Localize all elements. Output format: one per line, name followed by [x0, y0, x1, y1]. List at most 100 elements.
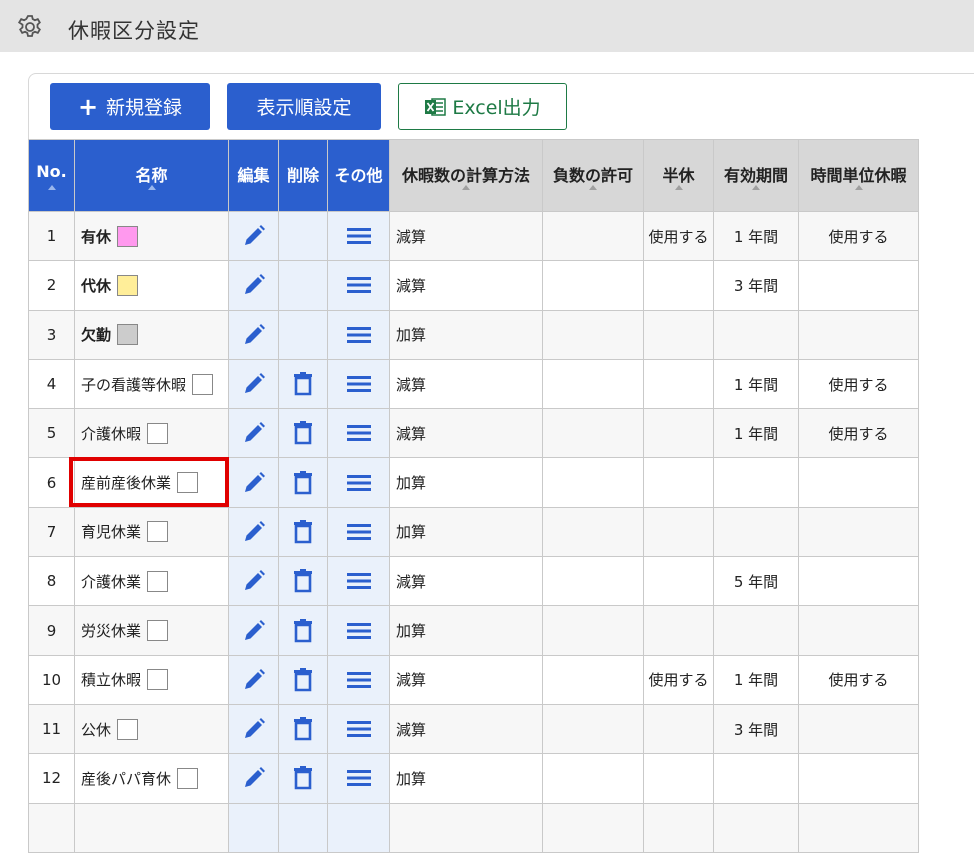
half-day-cell [643, 309, 714, 360]
row-number: 5 [28, 408, 75, 459]
delete-button[interactable] [278, 654, 328, 705]
delete-button[interactable] [278, 408, 328, 459]
edit-button[interactable] [228, 506, 279, 558]
delete-button[interactable] [278, 556, 328, 607]
col-header-hourly-leave[interactable]: 時間単位休暇 [798, 139, 919, 212]
hourly-leave-cell: 使用する [798, 358, 919, 410]
row-name-cell: 労災休業 [74, 605, 229, 656]
leave-name: 代休 [81, 276, 112, 295]
other-menu-button[interactable] [327, 506, 390, 558]
edit-button[interactable] [228, 408, 279, 459]
row-name-cell: 有休 [74, 210, 229, 262]
new-register-label: 新規登録 [106, 97, 183, 119]
negative-allowed-cell [542, 309, 644, 360]
col-header-edit: 編集 [228, 139, 279, 212]
valid-period-cell [713, 506, 799, 558]
other-menu-button[interactable] [327, 556, 390, 607]
gear-icon[interactable] [17, 14, 43, 40]
valid-period-cell: 1 年間 [713, 408, 799, 459]
table-row: 2 代休 減算 3 年間 [28, 260, 919, 311]
delete-button[interactable] [278, 605, 328, 656]
delete-button[interactable] [278, 506, 328, 558]
delete-button[interactable] [278, 703, 328, 755]
color-swatch [117, 225, 139, 247]
edit-button[interactable] [228, 556, 279, 607]
valid-period-cell: 3 年間 [713, 703, 799, 755]
menu-icon [346, 573, 371, 590]
hourly-leave-cell [798, 605, 919, 656]
half-day-cell [643, 753, 714, 804]
pencil-icon [244, 619, 265, 640]
table-row: 8 介護休業 減算 5 年間 [28, 556, 919, 607]
edit-button[interactable] [228, 457, 279, 508]
col-header-calc-method[interactable]: 休暇数の計算方法 [389, 139, 543, 212]
pencil-icon [244, 668, 265, 689]
delete-button[interactable] [278, 358, 328, 410]
half-day-cell [643, 802, 714, 853]
other-menu-button[interactable] [327, 457, 390, 508]
negative-allowed-cell [542, 506, 644, 558]
negative-allowed-cell [542, 654, 644, 705]
other-menu-button[interactable] [327, 260, 390, 311]
excel-export-button[interactable]: Excel出力 [398, 83, 567, 130]
edit-button[interactable] [228, 703, 279, 755]
valid-period-cell [713, 457, 799, 508]
row-number: 1 [28, 210, 75, 262]
leave-name: 産後パパ育休 [81, 769, 172, 788]
other-menu-button[interactable] [327, 408, 390, 459]
delete-button[interactable] [278, 753, 328, 804]
col-header-other: その他 [327, 139, 390, 212]
row-number: 3 [28, 309, 75, 360]
trash-icon [294, 667, 312, 692]
row-number: 12 [28, 753, 75, 804]
half-day-cell: 使用する [643, 210, 714, 262]
edit-button[interactable] [228, 753, 279, 804]
edit-button[interactable] [228, 210, 279, 262]
negative-allowed-cell [542, 260, 644, 311]
table-row: 9 労災休業 加算 [28, 605, 919, 656]
display-order-button[interactable]: 表示順設定 [227, 83, 381, 130]
table-row: 11 公休 減算 3 年間 [28, 703, 919, 755]
trash-icon [294, 618, 312, 642]
calc-method-cell: 減算 [389, 654, 543, 705]
edit-button[interactable] [228, 260, 279, 311]
negative-allowed-cell [542, 210, 644, 262]
other-menu-button[interactable] [327, 210, 390, 262]
row-number: 8 [28, 556, 75, 607]
col-header-half-day[interactable]: 半休 [643, 139, 714, 212]
new-register-button[interactable]: + 新規登録 [50, 83, 210, 130]
edit-button [228, 802, 279, 853]
edit-button[interactable] [228, 654, 279, 705]
col-header-negative[interactable]: 負数の許可 [542, 139, 644, 212]
valid-period-cell: 3 年間 [713, 260, 799, 311]
delete-button[interactable] [278, 457, 328, 508]
row-name-cell: 欠勤 [74, 309, 229, 360]
col-header-valid-period[interactable]: 有効期間 [713, 139, 799, 212]
sort-icon [854, 185, 863, 190]
col-header-name[interactable]: 名称 [74, 139, 229, 212]
other-menu-button[interactable] [327, 753, 390, 804]
leave-name: 有休 [81, 227, 112, 246]
col-header-no[interactable]: No. [28, 139, 75, 212]
edit-button[interactable] [228, 309, 279, 360]
negative-allowed-cell [542, 358, 644, 410]
other-menu-button[interactable] [327, 703, 390, 755]
other-menu-button[interactable] [327, 358, 390, 410]
leave-name: 欠勤 [81, 326, 112, 345]
edit-button[interactable] [228, 605, 279, 656]
other-menu-button[interactable] [327, 654, 390, 705]
other-menu-button[interactable] [327, 309, 390, 360]
row-number [28, 802, 75, 853]
table-row: 7 育児休業 加算 [28, 506, 919, 558]
row-name-cell: 産前産後休業 [74, 457, 229, 508]
menu-icon [346, 326, 371, 343]
other-menu-button[interactable] [327, 605, 390, 656]
negative-allowed-cell [542, 556, 644, 607]
menu-icon [346, 277, 371, 294]
delete-button [278, 309, 328, 360]
calc-method-cell: 加算 [389, 457, 543, 508]
edit-button[interactable] [228, 358, 279, 410]
trash-icon [294, 470, 312, 494]
trash-icon [294, 421, 312, 445]
menu-icon [346, 721, 371, 738]
